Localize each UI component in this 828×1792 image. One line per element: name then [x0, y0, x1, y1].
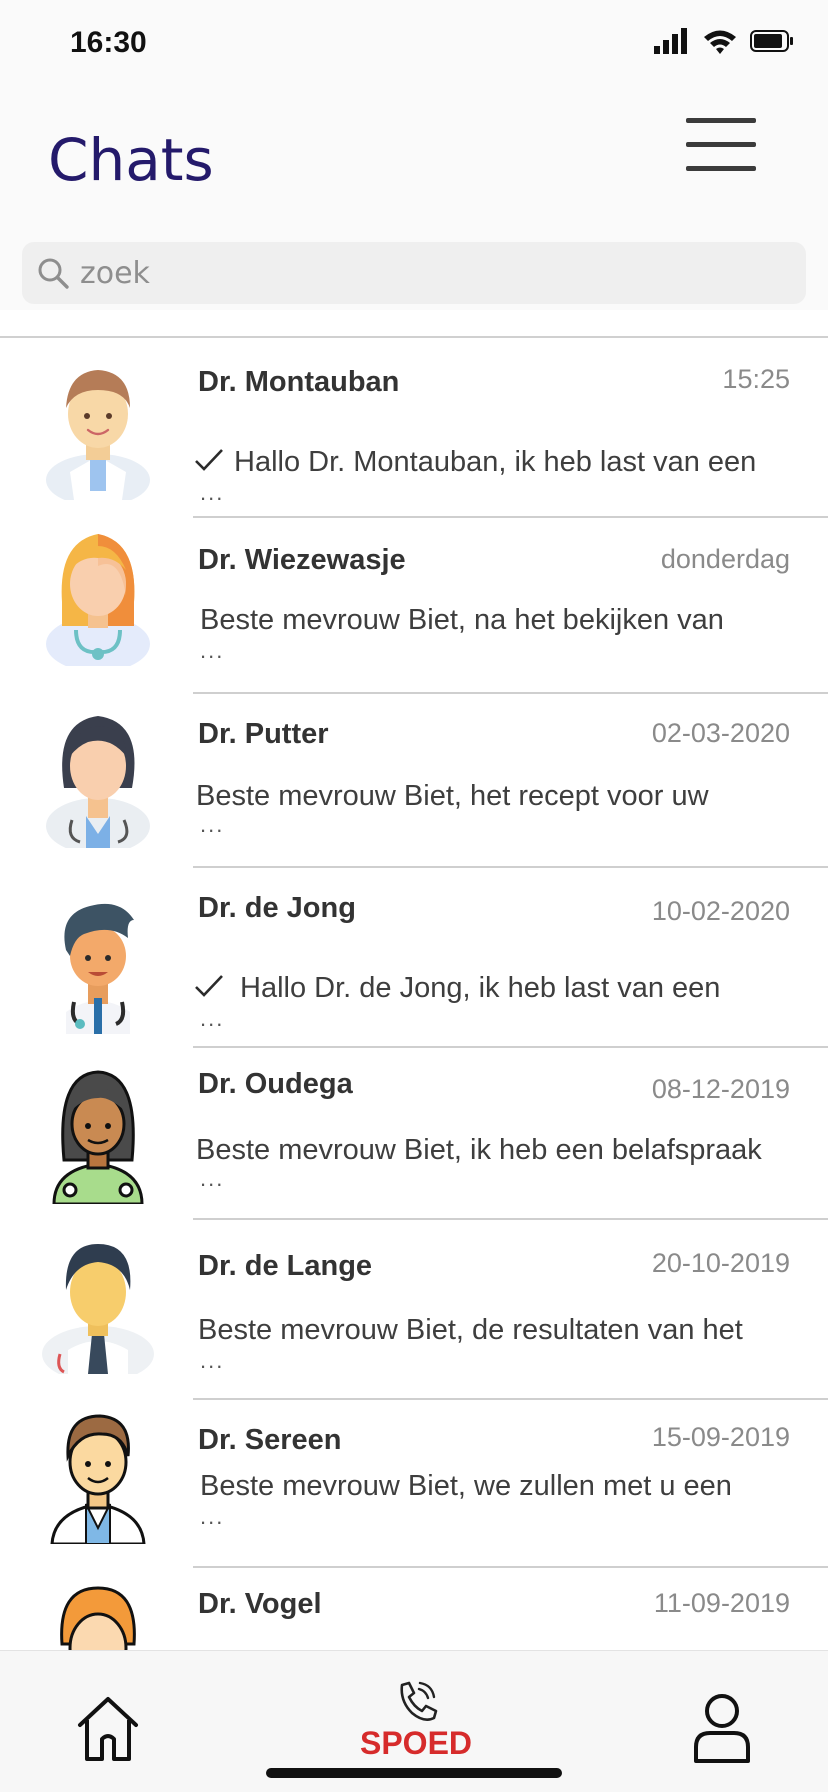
doctor-avatar-icon [46, 534, 150, 666]
chat-item-sereen[interactable]: Dr. Sereen 15-09-2019 Beste mevrouw Biet… [0, 1400, 828, 1568]
doctor-avatar-icon [46, 716, 150, 848]
chat-name: Dr. Vogel [198, 1588, 322, 1620]
home-icon[interactable] [76, 1695, 140, 1763]
chat-item-putter[interactable]: Dr. Putter 02-03-2020 Beste mevrouw Biet… [0, 694, 828, 868]
status-bar: 16:30 [0, 0, 828, 90]
chat-ellipsis: ... [200, 1166, 225, 1191]
chat-date: 15:25 [722, 364, 790, 394]
chat-preview: Beste mevrouw Biet, na het bekijken van [200, 604, 724, 636]
status-icons [654, 26, 794, 56]
phone-icon [400, 1681, 438, 1721]
chat-preview: Hallo Dr. de Jong, ik heb last van een [194, 972, 720, 1005]
chat-list: Dr. Montauban 15:25 Hallo Dr. Montauban,… [0, 336, 828, 1652]
chat-name: Dr. Oudega [198, 1068, 353, 1100]
chat-ellipsis: ... [200, 1006, 225, 1031]
chat-date: 15-09-2019 [651, 1422, 790, 1452]
status-time: 16:30 [70, 26, 147, 59]
chat-item-vogel[interactable]: Dr. Vogel 11-09-2019 [0, 1568, 828, 1652]
chat-item-oudega[interactable]: Dr. Oudega 08-12-2019 Beste mevrouw Biet… [0, 1048, 828, 1220]
chat-item-de-lange[interactable]: Dr. de Lange 20-10-2019 Beste mevrouw Bi… [0, 1220, 828, 1400]
chat-ellipsis: ... [200, 1504, 225, 1529]
check-icon [195, 975, 223, 997]
chat-name: Dr. Wiezewasje [198, 544, 406, 576]
chat-date: 08-12-2019 [651, 1074, 790, 1104]
doctor-avatar-icon [60, 1586, 136, 1652]
battery-icon [750, 30, 793, 52]
chat-preview: Beste mevrouw Biet, de resultaten van he… [198, 1314, 743, 1346]
chat-name: Dr. Sereen [198, 1424, 342, 1456]
page-title: Chats [48, 126, 214, 194]
chat-date: 11-09-2019 [653, 1588, 790, 1618]
chat-item-wiezewasje[interactable]: Dr. Wiezewasje donderdag Beste mevrouw B… [0, 518, 828, 694]
chat-preview-text: Hallo Dr. de Jong, ik heb last van een [240, 972, 721, 1004]
signal-icon [654, 28, 687, 54]
doctor-avatar-icon [42, 1244, 154, 1374]
chat-ellipsis: ... [200, 812, 225, 837]
chat-name: Dr. de Lange [198, 1250, 373, 1282]
menu-icon [686, 118, 756, 123]
spoed-button[interactable]: SPOED [346, 1679, 486, 1769]
chat-preview-text: Hallo Dr. Montauban, ik heb last van een [234, 446, 757, 478]
app-screen: 16:30 Chats zoek Dr. Montauban 15:25 Hal… [0, 0, 828, 1792]
menu-button[interactable] [686, 118, 756, 174]
chat-item-de-jong[interactable]: Dr. de Jong 10-02-2020 Hallo Dr. de Jong… [0, 868, 828, 1048]
chat-preview: Beste mevrouw Biet, het recept voor uw [196, 780, 709, 812]
chat-date: 02-03-2020 [651, 718, 790, 748]
chat-name: Dr. de Jong [198, 892, 356, 924]
chat-date: 20-10-2019 [651, 1248, 790, 1278]
chat-ellipsis: ... [200, 1348, 225, 1373]
check-icon [195, 449, 223, 471]
chat-ellipsis: ... [200, 638, 225, 663]
chat-date: 10-02-2020 [651, 896, 790, 926]
chat-date: donderdag [660, 544, 790, 574]
search-bar[interactable] [22, 242, 806, 304]
doctor-avatar-icon [46, 370, 150, 500]
wifi-icon [704, 30, 736, 54]
home-indicator[interactable] [266, 1768, 562, 1778]
doctor-avatar-icon [52, 1070, 144, 1204]
menu-icon-line [686, 142, 756, 147]
doctor-avatar-icon [50, 1414, 146, 1544]
chat-preview: Beste mevrouw Biet, ik heb een belafspra… [196, 1134, 762, 1166]
profile-icon[interactable] [692, 1691, 752, 1763]
chat-preview: Hallo Dr. Montauban, ik heb last van een [194, 446, 756, 479]
chat-name: Dr. Montauban [198, 366, 400, 398]
chat-preview: Beste mevrouw Biet, we zullen met u een [200, 1470, 732, 1502]
chat-ellipsis: ... [200, 480, 225, 505]
chat-name: Dr. Putter [198, 718, 329, 750]
search-icon [38, 258, 69, 289]
chat-item-montauban[interactable]: Dr. Montauban 15:25 Hallo Dr. Montauban,… [0, 338, 828, 518]
menu-icon-line [686, 166, 756, 171]
doctor-avatar-icon [64, 903, 134, 1034]
search-input[interactable] [80, 250, 780, 296]
spoed-label: SPOED [359, 1725, 473, 1761]
header: Chats [0, 90, 828, 310]
